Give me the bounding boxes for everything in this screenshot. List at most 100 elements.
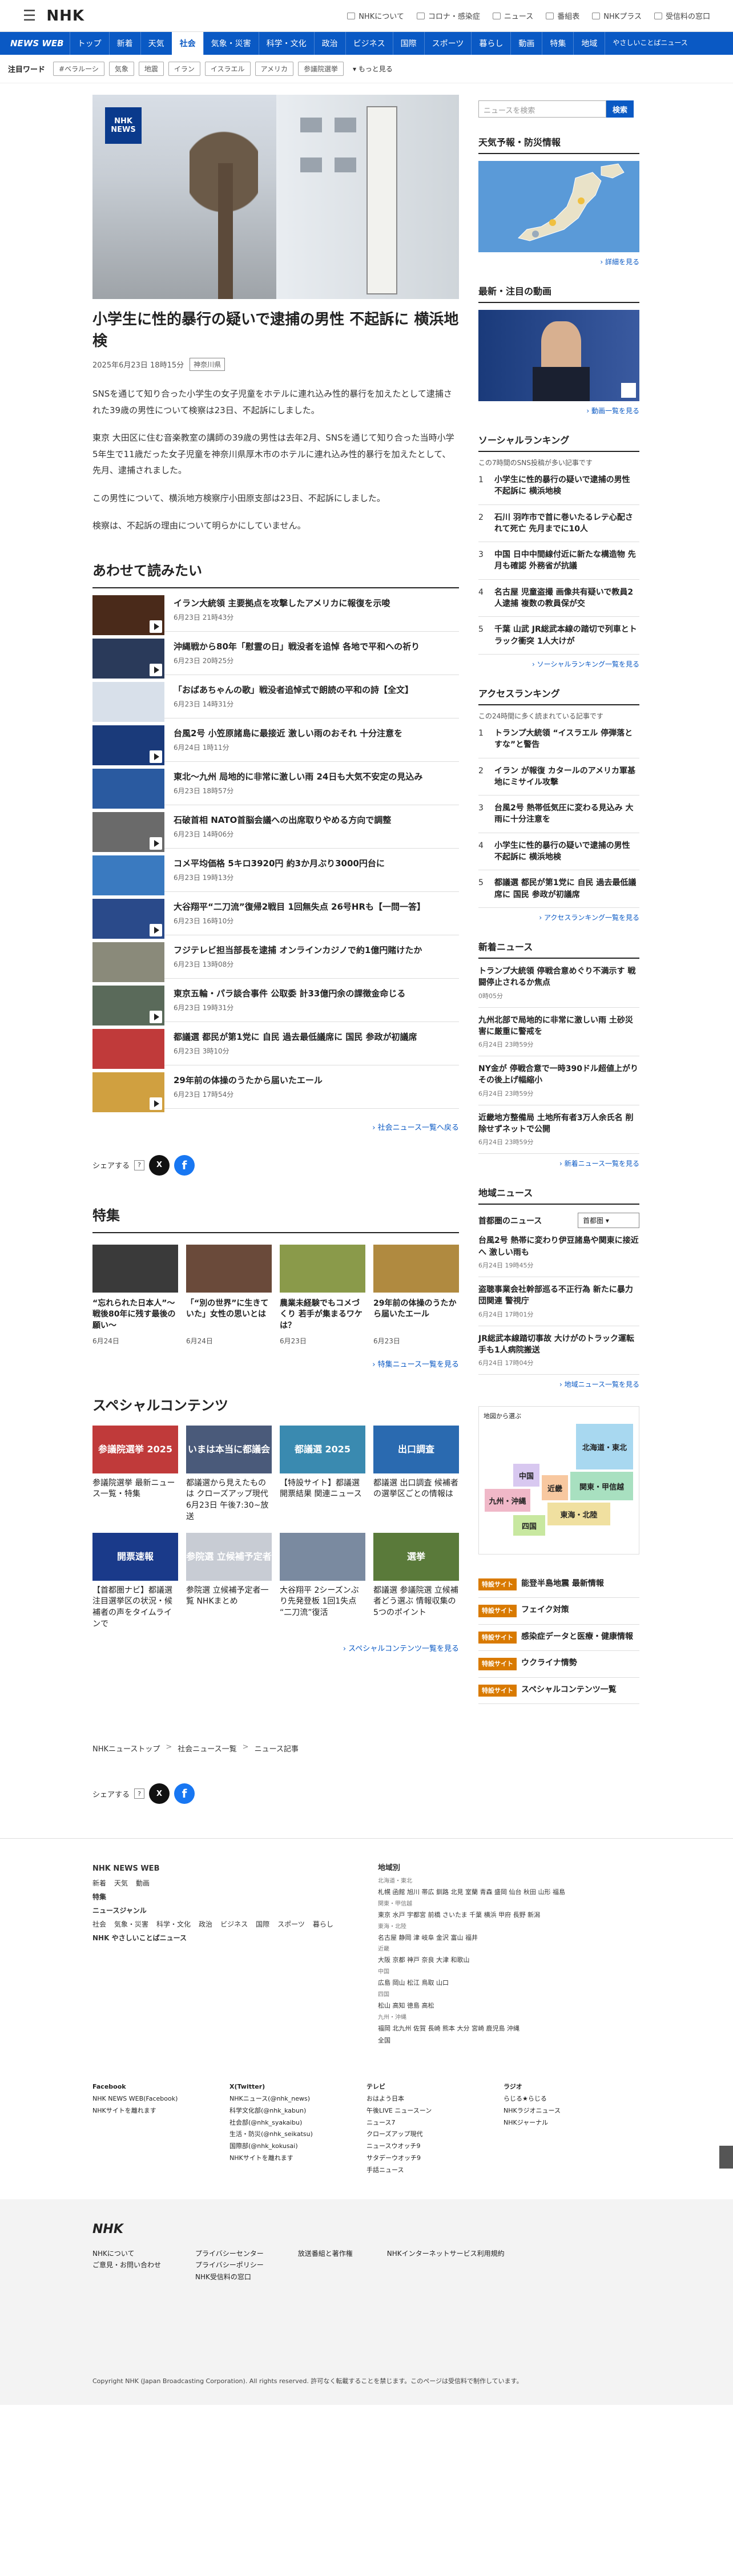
sns-link[interactable]: NHKニュース(@nhk_news) (229, 2093, 366, 2105)
nav-feature[interactable]: 特集 (542, 32, 573, 55)
sns-link[interactable]: ニュースウオッチ9 (366, 2141, 504, 2153)
news-title[interactable]: JR総武本線踏切事故 大けがのトラック運転手も1人病院搬送 (478, 1333, 639, 1356)
rank-title[interactable]: 小学生に性的暴行の疑いで逮捕の男性 不起訴に 横浜地検 (494, 474, 639, 498)
area-links[interactable]: 松山 高知 徳島 高松 (378, 2000, 618, 2012)
special-card[interactable]: 参議院選挙 2025 参議院選挙 最新ニュース一覧・特集 (92, 1425, 178, 1523)
footer-link[interactable]: 科学・文化 (156, 1920, 191, 1928)
news-web-brand[interactable]: NEWS WEB (5, 32, 70, 55)
nhk-footer-logo[interactable]: NHK (92, 2222, 733, 2236)
nav-region[interactable]: 地域 (573, 32, 605, 55)
area-group[interactable]: 関東・甲信越 (378, 1899, 618, 1909)
news-title[interactable]: 九州北部で局地的に非常に激しい雨 土砂災害に厳重に警戒を (478, 1015, 639, 1038)
region-kanto[interactable]: 関東・甲信越 (570, 1472, 633, 1501)
rank-title[interactable]: 千葉 山武 JR総武本線の踏切で列車とトラック衝突 1人大けが (494, 624, 639, 647)
nav-top[interactable]: トップ (69, 32, 109, 55)
social-rank-item[interactable]: 2 石川 羽咋市で首に巻いたるレテ心配されて死亡 先月までに10人 (478, 505, 639, 543)
region-tokai[interactable]: 東海・北陸 (547, 1503, 610, 1526)
promo-title[interactable]: ウクライナ情勢 (521, 1658, 577, 1669)
promo-item[interactable]: 特設サイト スペシャルコンテンツ一覧 (478, 1678, 639, 1705)
sns-link[interactable]: おはよう日本 (366, 2093, 504, 2105)
regional-news-item[interactable]: JR総武本線踏切事故 大けがのトラック運転手も1人病院搬送 6月24日 17時04… (478, 1326, 639, 1375)
top-link-corona[interactable]: コロナ・感染症 (416, 10, 480, 21)
promo-item[interactable]: 特設サイト ウクライナ情勢 (478, 1651, 639, 1678)
top-link-about[interactable]: NHKについて (347, 10, 404, 21)
special-card[interactable]: 開票速報 【首都圏ナビ】都議選 注目選挙区の状況・候補者の声をタイムラインで (92, 1532, 178, 1630)
related-item[interactable]: フジテレビ担当部長を逮捕 オンラインカジノで約1億円賭けたか 6月23日 13時0… (92, 935, 459, 982)
promo-title[interactable]: 能登半島地震 最新情報 (521, 1578, 604, 1590)
regional-more-link[interactable]: 地域ニュース一覧を見る (478, 1379, 639, 1389)
footer-link[interactable]: 特集 (92, 1890, 370, 1904)
related-title[interactable]: 「おばあちゃんの歌」戦没者追悼式で朗読の平和の詩【全文】 (174, 684, 413, 696)
breadcrumb-item[interactable]: 社会ニュース一覧 (178, 1743, 236, 1754)
nav-new[interactable]: 新着 (108, 32, 140, 55)
social-rank-item[interactable]: 4 名古屋 児童盗撮 画像共有疑いで教員2人逮捕 複数の教員保が交 (478, 580, 639, 617)
footer-link[interactable]: ニュースジャンル (92, 1904, 370, 1917)
nav-weather[interactable]: 天気 (140, 32, 172, 55)
region-select[interactable]: 首都圏 ▾ (578, 1213, 639, 1229)
footer-link[interactable]: ビジネス (220, 1920, 248, 1928)
special-card[interactable]: 大谷翔平 2シーズンぶり先発登板 1回1失点 “二刀流”復活 (280, 1532, 365, 1630)
weather-more-link[interactable]: 詳細を見る (478, 257, 639, 267)
footer-link[interactable]: 政治 (199, 1920, 212, 1928)
special-more-link[interactable]: スペシャルコンテンツ一覧を見る (92, 1642, 459, 1653)
top-link-news[interactable]: ニュース (492, 10, 533, 21)
top-link-fee[interactable]: 受信料の窓口 (654, 10, 710, 21)
related-item[interactable]: 大谷翔平“二刀流”復帰2戦目 1回無失点 26号HRも【一問一答】 6月23日 1… (92, 892, 459, 939)
social-rank-item[interactable]: 5 千葉 山武 JR総武本線の踏切で列車とトラック衝突 1人大けが (478, 617, 639, 655)
trend-tag[interactable]: 地震 (138, 62, 164, 76)
area-links[interactable]: 東京 水戸 宇都宮 前橋 さいたま 千葉 横浜 甲府 長野 新潟 (378, 1909, 618, 1921)
sns-link[interactable]: らじる★らじる (504, 2093, 641, 2105)
related-item[interactable]: 沖縄戦から80年「慰霊の日」戦没者を追悼 各地で平和への祈り 6月23日 20時2… (92, 632, 459, 679)
latest-news-item[interactable]: トランプ大統領 停戦合意めぐり不満示す 戦闘停止されるか焦点 0時05分 (478, 959, 639, 1008)
sns-link[interactable]: NHK NEWS WEB(Facebook) (92, 2093, 229, 2105)
nav-disaster[interactable]: 気象・災害 (203, 32, 259, 55)
latest-more-link[interactable]: 新着ニュース一覧を見る (478, 1158, 639, 1168)
footer-link[interactable]: 暮らし (313, 1920, 333, 1928)
promo-title[interactable]: 感染症データと医療・健康情報 (521, 1632, 633, 1643)
feature-title[interactable]: 29年前の体操のうたから届いたエール (373, 1298, 459, 1333)
special-card[interactable]: 都議選 2025 【特設サイト】都議選 開票結果 関連ニュース (280, 1425, 365, 1523)
access-more-link[interactable]: アクセスランキング一覧を見る (478, 912, 639, 922)
video-thumbnail[interactable] (478, 310, 639, 401)
features-more-link[interactable]: 特集ニュース一覧を見る (92, 1358, 459, 1369)
area-group[interactable]: 全国 (378, 2035, 618, 2047)
area-links[interactable]: 大阪 京都 神戸 奈良 大津 和歌山 (378, 1955, 618, 1967)
area-group[interactable]: 北海道・東北 (378, 1876, 618, 1887)
related-item[interactable]: 台風2号 小笠原諸島に最接近 激しい雨のおそれ 十分注意を 6月24日 1時11分 (92, 718, 459, 765)
rank-title[interactable]: 名古屋 児童盗撮 画像共有疑いで教員2人逮捕 複数の教員保が交 (494, 587, 639, 610)
related-title[interactable]: 石破首相 NATO首脳会議への出席取りやめる方向で調整 (174, 814, 391, 826)
related-title[interactable]: 沖縄戦から80年「慰霊の日」戦没者を追悼 各地で平和への祈り (174, 641, 420, 652)
trend-tag[interactable]: 参議院選挙 (297, 62, 344, 76)
rank-title[interactable]: 中国 日中中間線付近に新たな構造物 先月も確認 外務省が抗議 (494, 549, 639, 572)
promo-item[interactable]: 特設サイト 能登半島地震 最新情報 (478, 1572, 639, 1598)
regional-news-item[interactable]: 盗聴事業会社幹部巡る不正行為 新たに暴力団関連 警視庁 6月24日 17時01分 (478, 1277, 639, 1326)
bottom-link[interactable]: NHKインターネットサービス利用規約 (387, 2248, 505, 2259)
bottom-link[interactable]: プライバシーポリシー (195, 2259, 264, 2271)
news-title[interactable]: 盗聴事業会社幹部巡る不正行為 新たに暴力団関連 警視庁 (478, 1284, 639, 1307)
area-group[interactable]: 九州・沖縄 (378, 2012, 618, 2023)
footer-link[interactable]: 新着 (92, 1879, 106, 1887)
special-card[interactable]: 参院選 立候補予定者 参院選 立候補予定者一覧 NHKまとめ (186, 1532, 272, 1630)
special-title[interactable]: 【特設サイト】都議選 開票結果 関連ニュース (280, 1478, 365, 1523)
access-rank-item[interactable]: 1 トランプ大統領 “イスラエル 停弾落とすな”と警告 (478, 721, 639, 758)
sns-link[interactable]: 手話ニュース (366, 2165, 504, 2177)
area-links[interactable]: 札幌 函館 旭川 帯広 釧路 北見 室蘭 青森 盛岡 仙台 秋田 山形 福島 (378, 1887, 618, 1899)
feature-card[interactable]: “忘れられた日本人”〜戦後80年に残す最後の願い〜 6月24日 (92, 1244, 178, 1346)
regional-news-item[interactable]: 台風2号 熱帯に変わり伊豆諸島や関東に接近へ 激しい雨も 6月24日 19時45分 (478, 1228, 639, 1277)
feature-card[interactable]: 「“別の世界”に生きていた」女性の思いとは 6月24日 (186, 1244, 272, 1346)
rank-title[interactable]: 台風2号 熱帯低気圧に変わる見込み 大雨に十分注意を (494, 802, 639, 826)
news-title[interactable]: 近畿地方整備局 土地所有者3万人余氏名 削除せずネットで公開 (478, 1112, 639, 1136)
latest-news-item[interactable]: NY金が 停戦合意で一時390ドル超値上がり その後上げ幅縮小 6月24日 23時… (478, 1056, 639, 1105)
related-title[interactable]: 東京五輪・パラ談合事件 公取委 計33億円余の課徴金命じる (174, 988, 405, 999)
region-shikoku[interactable]: 四国 (513, 1515, 545, 1536)
footer-brand[interactable]: NHK NEWS WEB (92, 1862, 378, 1876)
area-links[interactable]: 広島 岡山 松江 鳥取 山口 (378, 1977, 618, 1989)
related-item[interactable]: 東京五輪・パラ談合事件 公取委 計33億円余の課徴金命じる 6月23日 19時31… (92, 979, 459, 1025)
area-links[interactable]: 福岡 北九州 佐賀 長崎 熊本 大分 宮崎 鹿児島 沖縄 (378, 2023, 618, 2035)
latest-news-item[interactable]: 九州北部で局地的に非常に激しい雨 土砂災害に厳重に警戒を 6月24日 23時59分 (478, 1008, 639, 1057)
footer-link[interactable]: 動画 (136, 1879, 150, 1887)
trend-tag[interactable]: イスラエル (204, 62, 251, 76)
feature-card[interactable]: 29年前の体操のうたから届いたエール 6月23日 (373, 1244, 459, 1346)
special-card[interactable]: 出口調査 都議選 出口調査 候補者の選挙区ごとの情報は (373, 1425, 459, 1523)
nav-society[interactable]: 社会 (171, 32, 203, 55)
